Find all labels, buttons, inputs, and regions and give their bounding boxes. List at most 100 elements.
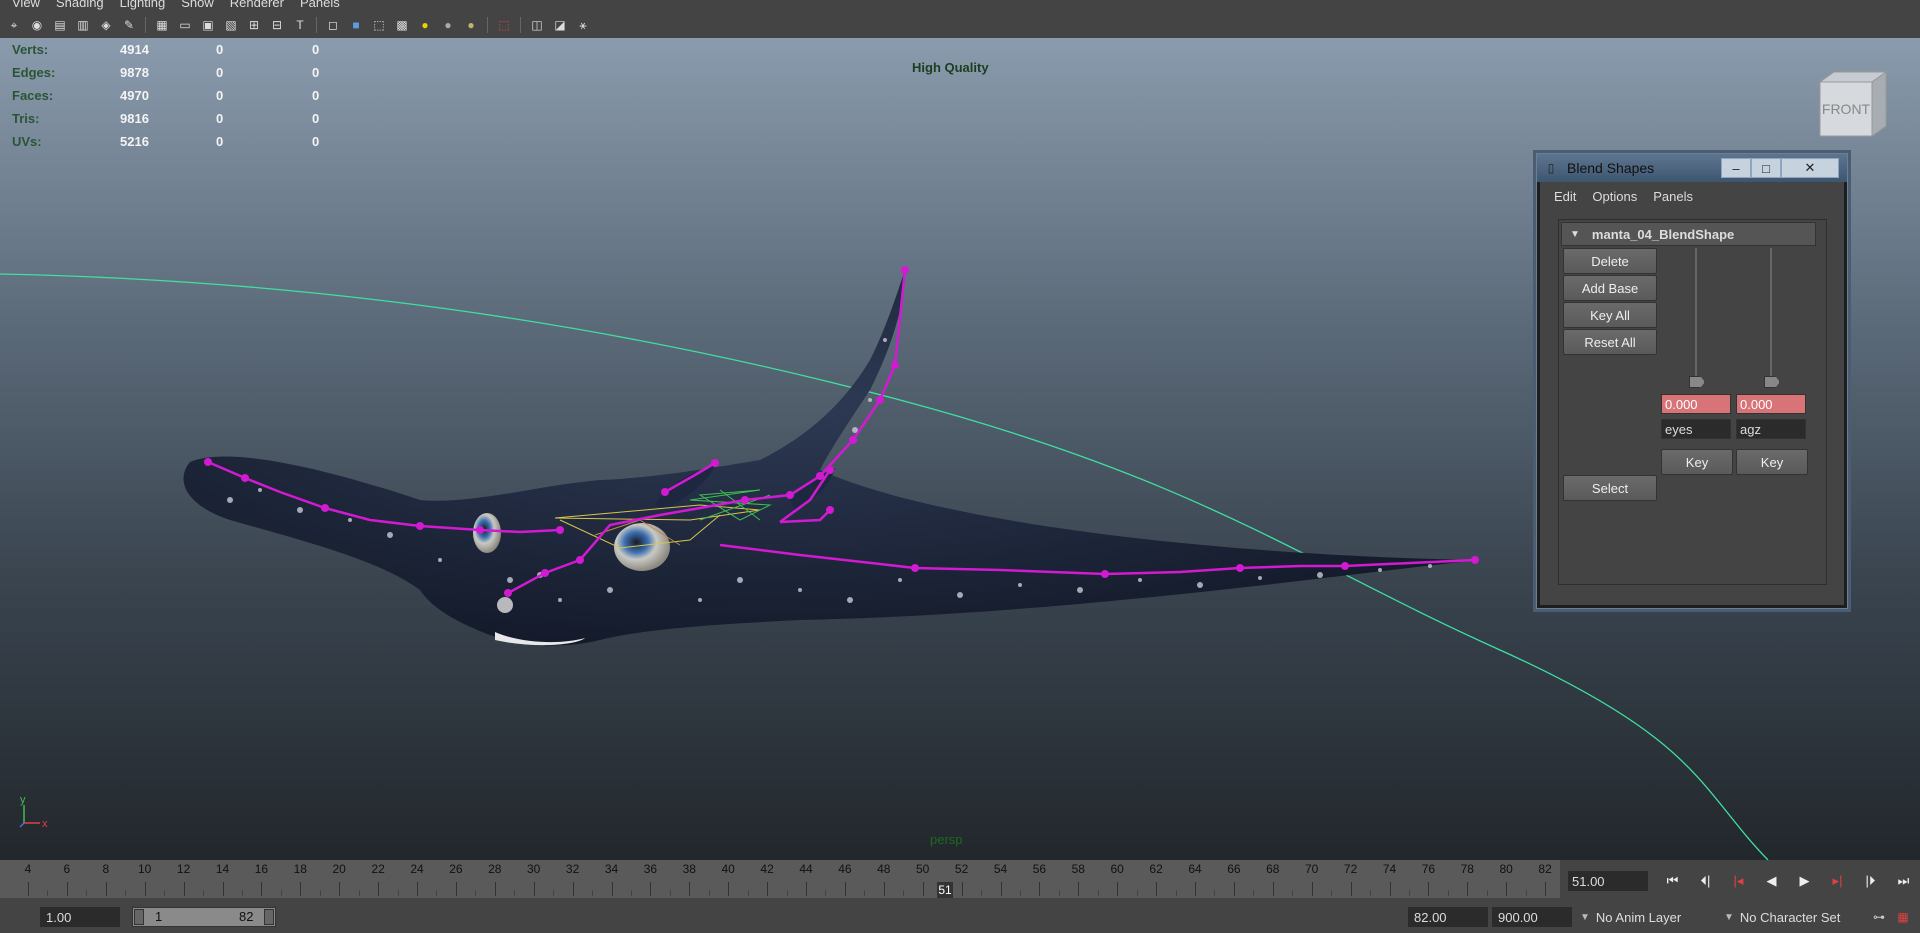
menu-panels[interactable]: Panels — [1647, 189, 1699, 204]
timeline-tick-mark — [105, 882, 107, 896]
timeline-tick-mark — [1272, 882, 1274, 896]
xray-active-components-icon[interactable]: ◪ — [550, 16, 570, 34]
camera-attributes-icon[interactable]: ◉ — [27, 16, 47, 34]
collapse-arrow-icon[interactable]: ▼ — [1570, 229, 1580, 240]
add-base-button[interactable]: Add Base — [1563, 275, 1657, 301]
textured-icon[interactable]: ▩ — [392, 16, 412, 34]
timeline-tick-mark — [650, 882, 652, 896]
anim-layer-dropdown[interactable]: ▼ No Anim Layer — [1580, 907, 1681, 927]
gate-mask-icon[interactable]: ▧ — [221, 16, 241, 34]
weight-slider-handle[interactable] — [1689, 376, 1705, 388]
weight-value-field[interactable]: 0.000 — [1736, 394, 1806, 414]
key-all-button[interactable]: Key All — [1563, 302, 1657, 328]
anim-layer-value: No Anim Layer — [1595, 909, 1682, 925]
step-back-frame-icon[interactable]: ⏴| — [1689, 868, 1722, 894]
key-button[interactable]: Key — [1661, 449, 1733, 475]
preferences-icon[interactable]: ▦ — [1894, 908, 1912, 926]
film-gate-icon[interactable]: ▭ — [175, 16, 195, 34]
image-plane-icon[interactable]: ▥ — [73, 16, 93, 34]
play-backwards-icon[interactable]: ◀ — [1755, 868, 1788, 894]
menu-show[interactable]: Show — [173, 0, 222, 10]
menu-lighting[interactable]: Lighting — [112, 0, 174, 10]
safe-action-icon[interactable]: ⊟ — [267, 16, 287, 34]
key-button[interactable]: Key — [1736, 449, 1808, 475]
field-chart-icon[interactable]: ⊞ — [244, 16, 264, 34]
start-time-field[interactable]: 1.00 — [40, 907, 120, 927]
use-all-lights-icon[interactable]: ● — [415, 16, 435, 34]
hud-value: 0 — [312, 111, 320, 126]
timeline-tick-mark — [1039, 882, 1041, 896]
blend-shape-node-header[interactable]: ▼ manta_04_BlendShape — [1561, 222, 1816, 246]
high-quality-icon[interactable]: ● — [461, 16, 481, 34]
grid-icon[interactable]: ▦ — [152, 16, 172, 34]
step-forward-frame-icon[interactable]: |⏵ — [1854, 868, 1887, 894]
isolate-select-icon[interactable]: ⬚ — [494, 16, 514, 34]
xray-icon[interactable]: ◫ — [527, 16, 547, 34]
animation-end-field[interactable]: 900.00 — [1492, 907, 1572, 927]
time-slider-ticks[interactable]: 4 6 8 10 12 14 16 18 20 22 24 26 28 30 32 34 36 38 40 42 44 4… — [0, 860, 1566, 898]
end-time-field[interactable]: 82.00 — [1408, 907, 1488, 927]
smooth-shade-icon[interactable]: ■ — [346, 16, 366, 34]
menu-edit[interactable]: Edit — [1548, 189, 1582, 204]
weight-slider-track[interactable] — [1695, 248, 1697, 384]
menu-options[interactable]: Options — [1586, 189, 1643, 204]
close-button[interactable]: ✕ — [1781, 158, 1839, 178]
timeline-tick-label: 28 — [488, 862, 502, 876]
shadows-icon[interactable]: ● — [438, 16, 458, 34]
menu-renderer[interactable]: Renderer — [222, 0, 292, 10]
safe-title-icon[interactable]: T — [290, 16, 310, 34]
viewcube-face-label: FRONT — [1822, 101, 1871, 117]
xray-joints-icon[interactable]: ⚹ — [573, 16, 593, 34]
auto-key-icon[interactable]: ⊶ — [1870, 908, 1888, 926]
menu-view[interactable]: View — [4, 0, 48, 10]
time-slider[interactable]: 4 6 8 10 12 14 16 18 20 22 24 26 28 30 32 34 36 38 40 42 44 4… — [0, 860, 1920, 900]
timeline-minor-tick — [981, 890, 983, 896]
step-forward-key-icon[interactable]: ▸| — [1821, 868, 1854, 894]
weight-slider-handle[interactable] — [1764, 376, 1780, 388]
two-d-pan-icon[interactable]: ◈ — [96, 16, 116, 34]
select-camera-icon[interactable]: ⌖ — [4, 16, 24, 34]
timeline-tick-label: 62 — [1149, 862, 1163, 876]
weight-value-field[interactable]: 0.000 — [1661, 394, 1731, 414]
current-frame-marker[interactable]: 51 — [937, 882, 953, 898]
grease-pencil-icon[interactable]: ✎ — [119, 16, 139, 34]
wireframe-icon[interactable]: ◻ — [323, 16, 343, 34]
window-title: Blend Shapes — [1567, 160, 1655, 176]
blend-shapes-window[interactable]: ▯ Blend Shapes – □ ✕ Edit Options Panels… — [1536, 153, 1848, 609]
play-forwards-icon[interactable]: ▶ — [1788, 868, 1821, 894]
range-end-handle[interactable] — [264, 909, 274, 925]
maximize-button[interactable]: □ — [1751, 158, 1781, 178]
target-name-field[interactable]: eyes — [1661, 419, 1731, 439]
current-time-field[interactable]: 51.00 — [1568, 871, 1648, 891]
minimize-button[interactable]: – — [1721, 158, 1751, 178]
select-button[interactable]: Select — [1563, 475, 1657, 501]
timeline-tick-mark — [1389, 882, 1391, 896]
blend-shape-node-panel: ▼ manta_04_BlendShape Delete Add Base Ke… — [1558, 219, 1827, 585]
step-back-key-icon[interactable]: |◂ — [1722, 868, 1755, 894]
go-to-start-icon[interactable]: ⏮ — [1656, 868, 1689, 894]
menu-shading[interactable]: Shading — [48, 0, 112, 10]
range-start-handle[interactable] — [134, 909, 144, 925]
timeline-tick-label: 18 — [293, 862, 307, 876]
timeline-minor-tick — [864, 890, 866, 896]
timeline-minor-tick — [1214, 890, 1216, 896]
menu-panels[interactable]: Panels — [292, 0, 348, 10]
hud-value: 0 — [312, 42, 320, 57]
view-cube[interactable]: FRONT — [1814, 68, 1894, 151]
target-name-field[interactable]: agz — [1736, 419, 1806, 439]
resolution-gate-icon[interactable]: ▣ — [198, 16, 218, 34]
timeline-tick-mark — [1195, 882, 1196, 896]
weight-slider-track[interactable] — [1770, 248, 1772, 384]
reset-all-button[interactable]: Reset All — [1563, 329, 1657, 355]
bookmarks-icon[interactable]: ▤ — [50, 16, 70, 34]
go-to-end-icon[interactable]: ⏭ — [1887, 868, 1920, 894]
wireframe-on-shaded-icon[interactable]: ⬚ — [369, 16, 389, 34]
timeline-minor-tick — [747, 890, 749, 896]
timeline-tick-label: 14 — [215, 862, 230, 876]
timeline-tick-mark — [378, 882, 380, 896]
axis-y-label: y — [20, 795, 26, 806]
range-slider[interactable]: 1 82 — [132, 907, 276, 927]
delete-button[interactable]: Delete — [1563, 248, 1657, 274]
character-set-dropdown[interactable]: ▼ No Character Set — [1724, 907, 1840, 927]
timeline-minor-tick — [47, 890, 49, 896]
